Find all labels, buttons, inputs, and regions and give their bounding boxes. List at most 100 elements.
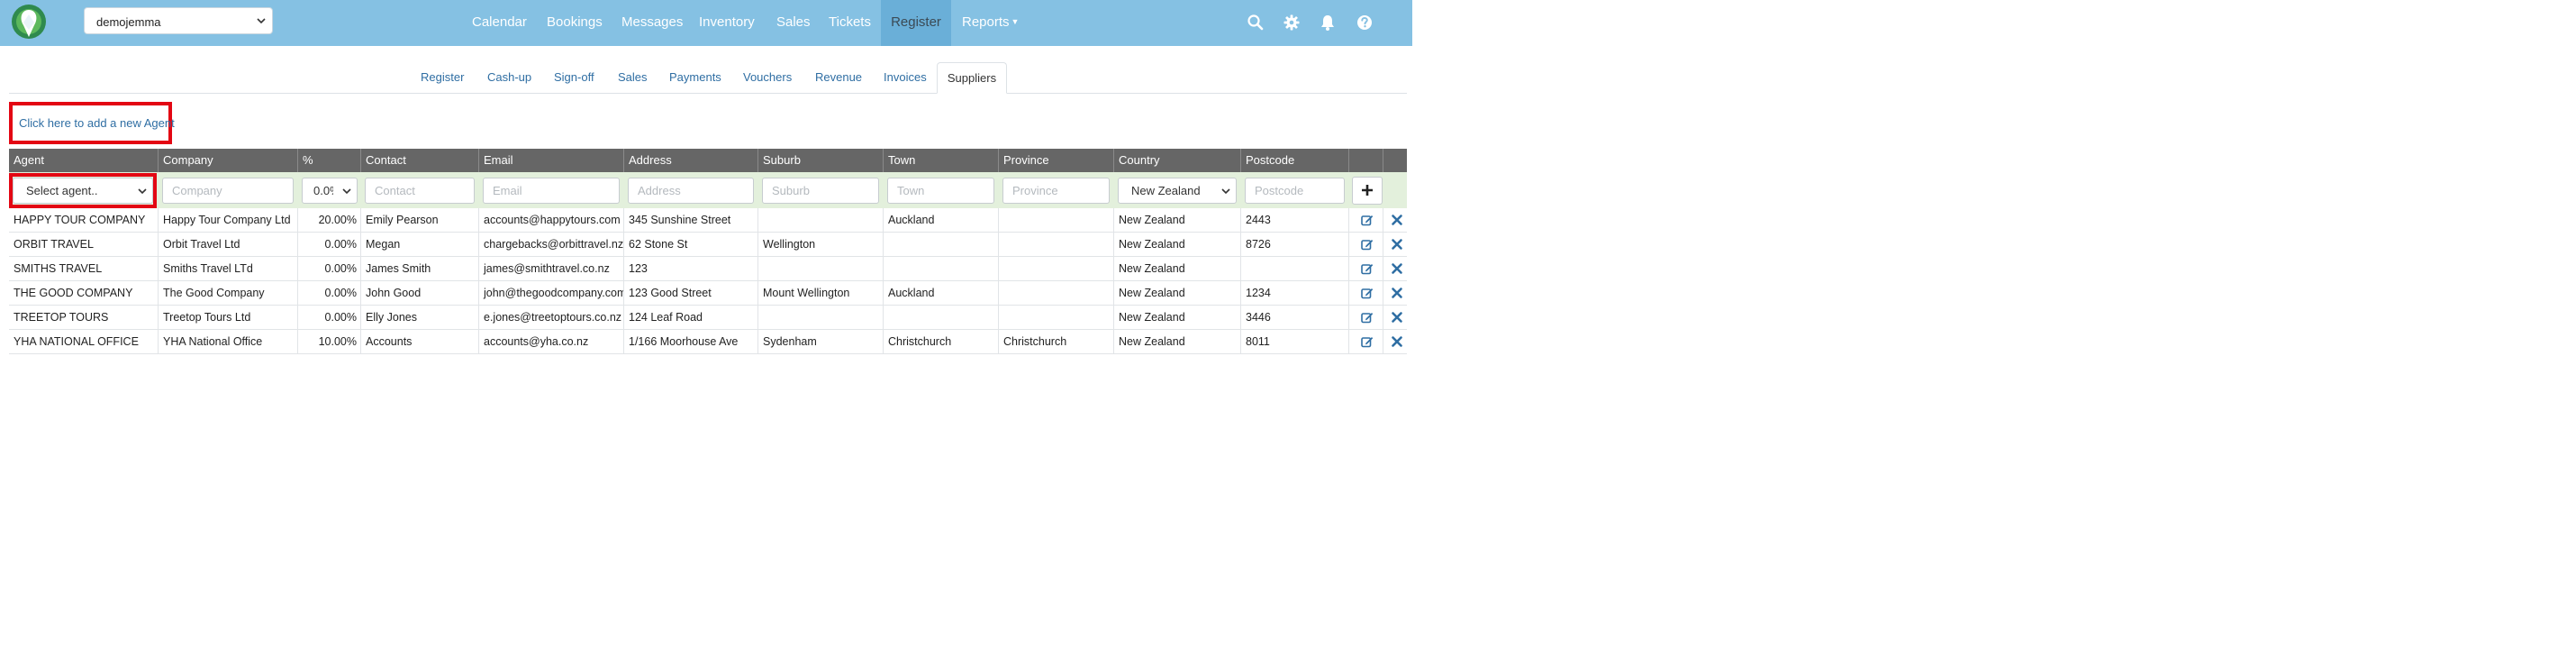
cell-company: Happy Tour Company Ltd [159,208,298,232]
contact-input[interactable]: Contact [365,178,475,204]
cell-town [884,306,999,329]
cell-delete [1383,233,1407,256]
column-header-delete [1383,149,1407,172]
cell-edit [1349,281,1383,305]
delete-icon[interactable] [1391,262,1403,275]
column-header-agent[interactable]: Agent [9,149,159,172]
table-row: TREETOP TOURS Treetop Tours Ltd 0.00% Elly … [9,306,1407,330]
province-input[interactable]: Province [1002,178,1110,204]
bell-icon[interactable] [1319,14,1337,32]
column-header-percent[interactable]: % [298,149,361,172]
subtab-suppliers[interactable]: Suppliers [937,62,1007,94]
cell-address: 62 Stone St [624,233,758,256]
cell-province [999,257,1114,280]
cell-province [999,233,1114,256]
cell-address: 345 Sunshine Street [624,208,758,232]
column-header-contact[interactable]: Contact [361,149,479,172]
subtabs-divider [9,93,1407,94]
delete-icon[interactable] [1391,214,1403,226]
column-header-country[interactable]: Country [1114,149,1241,172]
cell-suburb: Sydenham [758,330,884,353]
table-row: ORBIT TRAVEL Orbit Travel Ltd 0.00% Megan ch… [9,233,1407,257]
company-input[interactable]: Company [162,178,294,204]
cell-province: Christchurch [999,330,1114,353]
address-input[interactable]: Address [628,178,754,204]
edit-icon[interactable] [1361,287,1374,299]
nav-bookings[interactable]: Bookings [547,0,603,46]
country-select[interactable]: New Zealand [1118,178,1237,204]
cell-town [884,233,999,256]
nav-register[interactable]: Register [881,0,951,46]
subtab-cash-up[interactable]: Cash-up [487,62,531,93]
cell-agent: THE GOOD COMPANY [9,281,159,305]
add-agent-link[interactable]: Click here to add a new Agent [19,116,175,130]
percent-select-value: 0.0% [313,184,333,197]
column-header-email[interactable]: Email [479,149,624,172]
subtab-revenue[interactable]: Revenue [815,62,862,93]
cell-contact: Emily Pearson [361,208,479,232]
cell-delete [1383,281,1407,305]
search-icon[interactable] [1247,14,1265,32]
column-header-address[interactable]: Address [624,149,758,172]
nav-reports[interactable]: Reports ▼ [962,0,1019,46]
table-header: Agent Company % Contact Email Address Su… [9,149,1407,172]
subtab-sign-off[interactable]: Sign-off [554,62,594,93]
subtab-payments[interactable]: Payments [669,62,721,93]
cell-postcode: 3446 [1241,306,1349,329]
delete-icon[interactable] [1391,311,1403,324]
company-logo-icon[interactable] [11,3,47,43]
delete-icon[interactable] [1391,287,1403,299]
cell-percent: 0.00% [298,233,361,256]
suburb-input[interactable]: Suburb [762,178,879,204]
cell-postcode: 2443 [1241,208,1349,232]
column-header-province[interactable]: Province [999,149,1114,172]
column-header-postcode[interactable]: Postcode [1241,149,1349,172]
edit-icon[interactable] [1361,335,1374,348]
column-header-suburb[interactable]: Suburb [758,149,884,172]
table-row: SMITHS TRAVEL Smiths Travel LTd 0.00% James… [9,257,1407,281]
nav-messages[interactable]: Messages [621,0,683,46]
tenant-select[interactable]: demojemma [84,7,273,34]
subtab-register[interactable]: Register [421,62,464,93]
cell-delete [1383,208,1407,232]
cell-address: 123 [624,257,758,280]
delete-icon[interactable] [1391,238,1403,251]
cell-suburb [758,257,884,280]
subtab-sales[interactable]: Sales [618,62,648,93]
delete-icon[interactable] [1391,335,1403,348]
town-input[interactable]: Town [887,178,994,204]
edit-icon[interactable] [1361,214,1374,226]
top-navbar: demojemma Calendar Bookings Messages Inv… [0,0,1412,46]
cell-contact: Megan [361,233,479,256]
edit-icon[interactable] [1361,311,1374,324]
column-header-town[interactable]: Town [884,149,999,172]
cell-email: james@smithtravel.co.nz [479,257,624,280]
nav-calendar[interactable]: Calendar [472,0,527,46]
tenant-select-value: demojemma [96,15,161,29]
subtab-invoices[interactable]: Invoices [884,62,927,93]
edit-icon[interactable] [1361,262,1374,275]
cell-town: Auckland [884,208,999,232]
column-header-company[interactable]: Company [159,149,298,172]
edit-icon[interactable] [1361,238,1374,251]
cell-email: accounts@yha.co.nz [479,330,624,353]
cell-email: accounts@happytours.com [479,208,624,232]
chevron-down-icon [1221,188,1230,195]
subtab-vouchers[interactable]: Vouchers [743,62,792,93]
email-input[interactable]: Email [483,178,620,204]
percent-select[interactable]: 0.0% [302,178,358,204]
cell-percent: 20.00% [298,208,361,232]
nav-tickets[interactable]: Tickets [829,0,871,46]
cell-address: 123 Good Street [624,281,758,305]
gear-icon[interactable] [1283,14,1301,32]
nav-sales[interactable]: Sales [776,0,811,46]
cell-edit [1349,233,1383,256]
cell-delete [1383,306,1407,329]
postcode-input[interactable]: Postcode [1245,178,1345,204]
add-row-button[interactable] [1352,177,1383,205]
help-icon[interactable] [1356,14,1374,32]
table-row: YHA NATIONAL OFFICE YHA National Office 10… [9,330,1407,354]
cell-suburb: Wellington [758,233,884,256]
nav-inventory[interactable]: Inventory [699,0,755,46]
cell-agent: TREETOP TOURS [9,306,159,329]
